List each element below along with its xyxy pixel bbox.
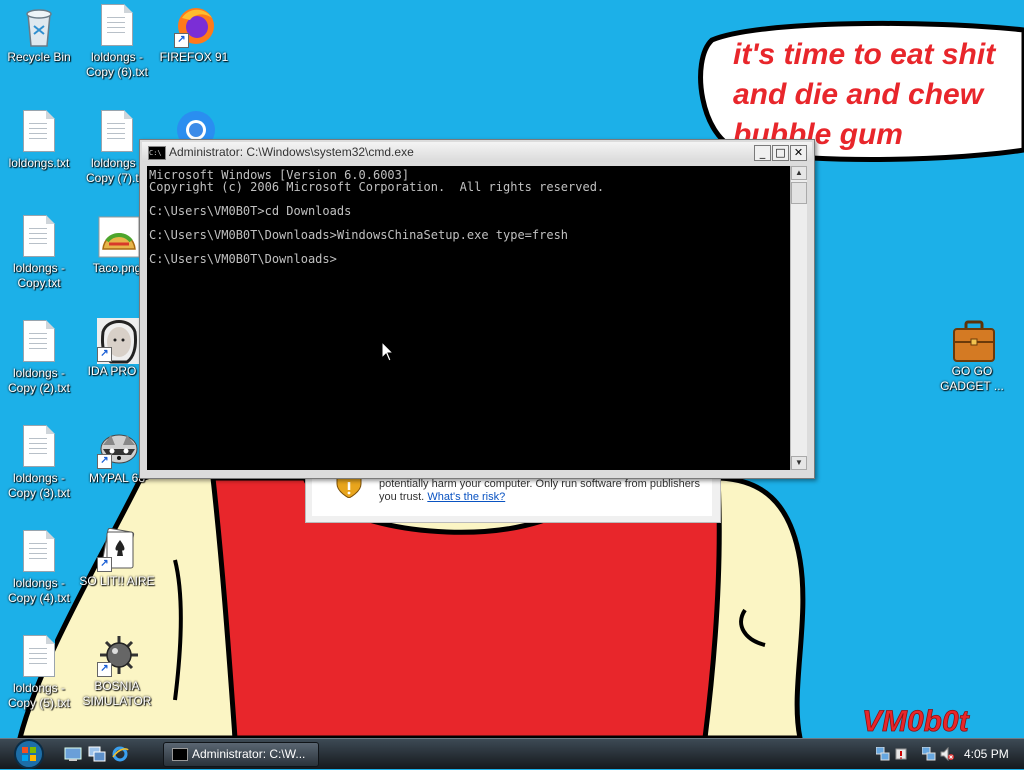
security-warning-text: potentially harm your computer. Only run…: [379, 478, 709, 504]
desktop-icon-label: BOSNIA SIMULATOR: [82, 679, 152, 708]
console-scrollbar[interactable]: ▲ ▼: [790, 166, 807, 470]
taskbar-button-label: Administrator: C:\W...: [192, 747, 306, 761]
desktop-icon-label: SO LIT!! AIRE: [79, 574, 155, 588]
text-file-icon: [19, 635, 59, 679]
shortcut-arrow-icon: ↗: [97, 662, 112, 677]
internet-explorer-icon[interactable]: [111, 746, 129, 762]
cmd-taskbar-icon: [172, 748, 188, 761]
briefcase-icon: [952, 318, 995, 362]
desktop-icon-label: FIREFOX 91: [159, 50, 229, 64]
text-file-icon: [97, 110, 137, 154]
mine-icon: ↗: [97, 633, 138, 677]
desktop-icon-label: GO GO GADGET ...: [940, 364, 1004, 393]
text-file-icon: [19, 215, 59, 259]
action-center-icon[interactable]: [894, 747, 908, 761]
scrollbar-thumb[interactable]: [791, 182, 807, 204]
desktop-icon-bosnia-simulator[interactable]: ↗ BOSNIA SIMULATOR: [78, 633, 156, 709]
cmd-window: C:\ Administrator: C:\Windows\system32\c…: [139, 139, 815, 479]
desktop-icon-label: loldongs - Copy (4).txt: [7, 576, 70, 605]
desktop-icon-loldongs-copy-4[interactable]: loldongs - Copy (4).txt: [0, 530, 78, 606]
cmd-window-title: Administrator: C:\Windows\system32\cmd.e…: [169, 145, 414, 159]
speech-bubble-line-1: it's time to eat shit: [733, 38, 997, 71]
recycle-bin-icon: [19, 4, 59, 48]
desktop-icon-label: loldongs - Copy (2).txt: [7, 366, 70, 395]
maximize-button[interactable]: □: [772, 145, 789, 161]
windows-orb-icon[interactable]: [8, 738, 50, 770]
security-warning-dialog: potentially harm your computer. Only run…: [305, 478, 721, 523]
console-line: C:\Users\VM0B0T>cd Downloads: [149, 204, 352, 218]
ida-pro-icon: ↗: [97, 318, 141, 364]
desktop-icon-loldongs[interactable]: loldongs.txt: [0, 110, 78, 171]
console-line: Copyright (c) 2006 Microsoft Corporation…: [149, 180, 605, 194]
taco-image-icon: [97, 215, 140, 259]
text-file-icon: [19, 530, 59, 574]
desktop-icon-recycle-bin[interactable]: Recycle Bin: [0, 4, 78, 65]
taskbar-button-cmd[interactable]: Administrator: C:\W...: [163, 742, 319, 767]
shortcut-arrow-icon: ↗: [174, 33, 189, 48]
speech-bubble-line-2: and die and chew: [733, 78, 985, 111]
network-icon[interactable]: [876, 747, 890, 761]
console-output[interactable]: Microsoft Windows [Version 6.0.6003] Copy…: [147, 166, 790, 470]
mypal-raccoon-icon: ↗: [97, 425, 138, 469]
desktop-icon-firefox[interactable]: ↗ FIREFOX 91: [155, 4, 233, 65]
whats-the-risk-link[interactable]: What's the risk?: [427, 491, 505, 503]
network-icon-2[interactable]: [922, 747, 936, 761]
taskbar: Administrator: C:\W... 4:05 PM: [0, 738, 1024, 769]
desktop-icon-label: Recycle Bin: [7, 50, 71, 64]
shortcut-arrow-icon: ↗: [97, 557, 112, 572]
console-text: Microsoft Windows [Version 6.0.6003] Copy…: [147, 166, 790, 268]
cmd-window-icon[interactable]: C:\: [148, 146, 166, 160]
desktop: it's time to eat shit and die and chew b…: [0, 0, 1024, 738]
console-line: C:\Users\VM0B0T\Downloads>: [149, 252, 337, 266]
text-file-icon: [97, 4, 137, 48]
shortcut-arrow-icon: ↗: [97, 454, 112, 469]
desktop-icon-loldongs-copy[interactable]: loldongs - Copy.txt: [0, 215, 78, 291]
mouse-cursor-icon: [382, 342, 394, 362]
security-warning-content: potentially harm your computer. Only run…: [312, 478, 712, 516]
text-file-icon: [19, 320, 59, 364]
desktop-icon-label: loldongs - Copy (5).txt: [7, 681, 70, 710]
firefox-icon: ↗: [174, 4, 214, 48]
close-button[interactable]: ✕: [790, 145, 807, 161]
volume-muted-icon[interactable]: [940, 747, 954, 761]
text-file-icon: [19, 110, 59, 154]
desktop-icon-loldongs-copy-6[interactable]: loldongs - Copy (6).txt: [78, 4, 156, 80]
show-desktop-icon[interactable]: [64, 746, 82, 762]
desktop-icon-label: loldongs - Copy (6).txt: [85, 50, 148, 79]
solitaire-cards-icon: ↗: [97, 527, 137, 572]
security-warning-line-2: you trust.: [379, 491, 425, 503]
text-file-icon: [19, 425, 59, 469]
desktop-icon-label: loldongs - Copy (3).txt: [7, 471, 70, 500]
desktop-icon-loldongs-copy-5[interactable]: loldongs - Copy (5).txt: [0, 635, 78, 711]
scroll-down-button[interactable]: ▼: [791, 456, 807, 470]
system-tray: 4:05 PM: [870, 741, 1024, 767]
desktop-icon-label: loldongs.txt: [8, 156, 70, 170]
cmd-title-bar[interactable]: C:\ Administrator: C:\Windows\system32\c…: [142, 142, 812, 162]
scroll-up-button[interactable]: ▲: [791, 166, 807, 180]
desktop-icon-solitaire[interactable]: ↗ SO LIT!! AIRE: [78, 527, 156, 589]
desktop-icon-label: loldongs - Copy.txt: [12, 261, 66, 290]
desktop-icon-loldongs-copy-3[interactable]: loldongs - Copy (3).txt: [0, 425, 78, 501]
taskbar-clock[interactable]: 4:05 PM: [964, 747, 1009, 761]
security-warning-line-1: potentially harm your computer. Only run…: [379, 478, 700, 490]
desktop-icon-loldongs-copy-2[interactable]: loldongs - Copy (2).txt: [0, 320, 78, 396]
console-line: C:\Users\VM0B0T\Downloads>WindowsChinaSe…: [149, 228, 569, 242]
minimize-button[interactable]: _: [754, 145, 771, 161]
warning-shield-icon: [336, 478, 362, 498]
wallpaper-signature: VM0b0t: [862, 705, 971, 738]
shortcut-arrow-icon: ↗: [97, 347, 112, 362]
switch-windows-icon[interactable]: [88, 746, 106, 762]
desktop-icon-go-go-gadget[interactable]: GO GO GADGET ...: [933, 318, 1011, 394]
